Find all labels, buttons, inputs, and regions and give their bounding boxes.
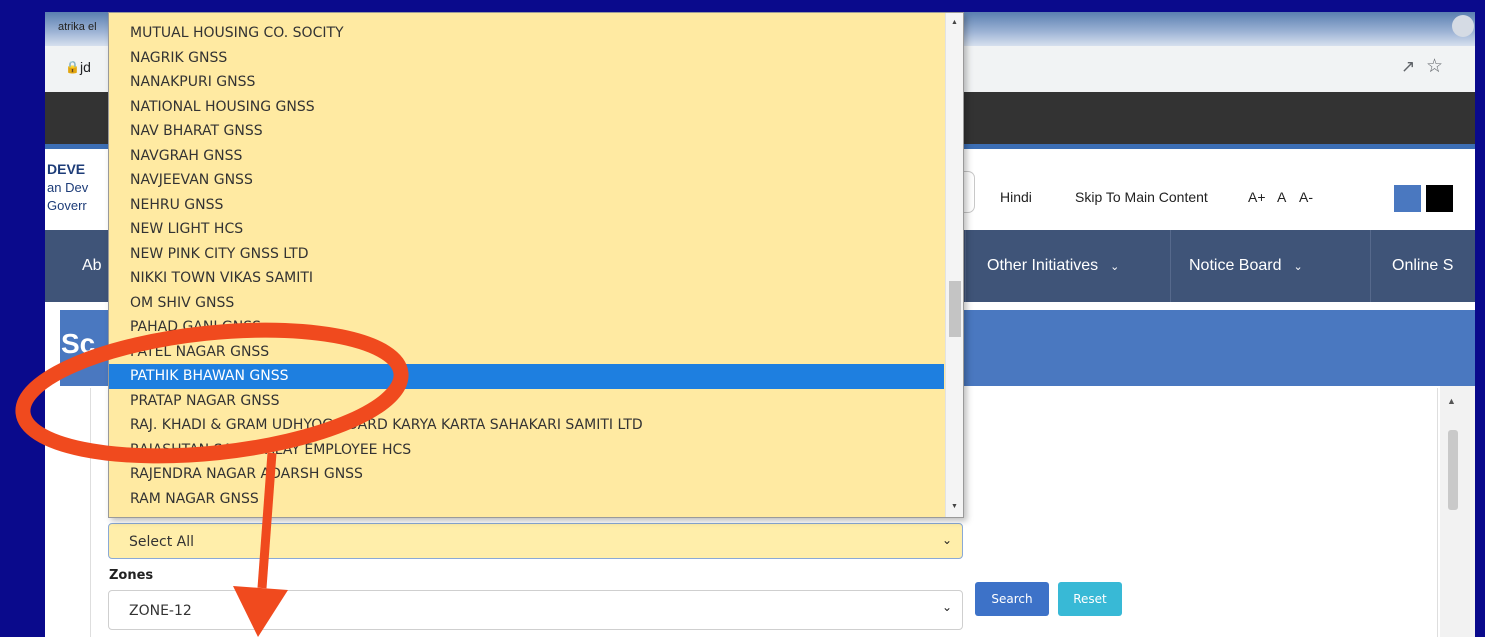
hindi-link[interactable]: Hindi (1000, 189, 1032, 205)
font-normal-link[interactable]: A (1277, 189, 1286, 205)
nav-notice-label: Notice Board (1189, 257, 1282, 274)
brand-government: Goverr (47, 198, 87, 213)
dropdown-option[interactable]: NAVJEEVAN GNSS (109, 168, 944, 193)
dropdown-option[interactable]: NATIONAL HOUSING GNSS (109, 95, 944, 120)
font-increase-link[interactable]: A+ (1248, 189, 1266, 205)
dropdown-option[interactable]: NEW LIGHT HCS (109, 217, 944, 242)
nav-divider (1370, 230, 1371, 302)
dropdown-option[interactable]: PATEL NAGAR GNSS (109, 340, 944, 365)
dropdown-option[interactable]: NIKKI TOWN VIKAS SAMITI (109, 266, 944, 291)
tab-title[interactable]: atrika el (58, 21, 97, 33)
scroll-down-icon[interactable]: ▼ (951, 503, 958, 510)
share-icon[interactable]: ↗ (1401, 57, 1415, 77)
page-scrollbar[interactable]: ▲ (1440, 386, 1475, 637)
dropdown-option[interactable]: OM SHIV GNSS (109, 291, 944, 316)
nav-other-initiatives[interactable]: Other Initiatives ⌄ (987, 230, 1119, 302)
dropdown-scroll-thumb[interactable] (949, 281, 961, 337)
page-title: Sc (61, 328, 96, 359)
chevron-down-icon: ⌄ (1293, 260, 1303, 273)
dropdown-option[interactable]: MUTUAL HOUSING CO. SOCITY (109, 21, 944, 46)
brand-title: DEVE (47, 161, 86, 177)
nav-about[interactable]: Ab (82, 230, 102, 302)
reset-button[interactable]: Reset (1058, 582, 1122, 616)
dropdown-option[interactable]: RAJENDRA NAGAR ADARSH GNSS (109, 462, 944, 487)
chevron-down-icon: ⌄ (941, 600, 952, 614)
society-select-value: Select All (129, 534, 194, 550)
page-scroll-thumb[interactable] (1448, 430, 1458, 510)
dropdown-option[interactable]: PAHAD GANJ GNSS (109, 315, 944, 340)
chevron-down-icon: ⌄ (941, 533, 952, 547)
society-dropdown-list[interactable]: MUTUAL HOUSING CO. SOCITY NAGRIK GNSS NANA… (108, 12, 964, 518)
dropdown-option[interactable]: NEW PINK CITY GNSS LTD (109, 242, 944, 267)
theme-blue-swatch[interactable] (1394, 185, 1421, 212)
nav-other-label: Other Initiatives (987, 257, 1099, 274)
font-decrease-link[interactable]: A- (1299, 189, 1313, 205)
theme-black-swatch[interactable] (1426, 185, 1453, 212)
brand-subtitle: an Dev (47, 180, 89, 195)
dropdown-option[interactable]: NAVGRAH GNSS (109, 144, 944, 169)
nav-divider (1170, 230, 1171, 302)
scroll-up-icon[interactable]: ▲ (951, 19, 958, 26)
chevron-down-icon: ⌄ (1110, 260, 1120, 273)
dropdown-option[interactable]: NEHRU GNSS (109, 193, 944, 218)
url-text[interactable]: jd (80, 59, 91, 75)
nav-online-services[interactable]: Online S (1392, 230, 1453, 302)
society-select[interactable]: Select All ⌄ (108, 523, 963, 559)
search-button[interactable]: Search (975, 582, 1049, 616)
dropdown-option[interactable]: NAGRIK GNSS (109, 46, 944, 71)
nav-online-label: Online S (1392, 257, 1454, 274)
nav-notice-board[interactable]: Notice Board ⌄ (1189, 230, 1303, 302)
zones-label: Zones (109, 568, 154, 583)
dropdown-options: MUTUAL HOUSING CO. SOCITY NAGRIK GNSS NANA… (109, 21, 944, 511)
scroll-up-icon[interactable]: ▲ (1447, 396, 1456, 406)
dropdown-scrollbar[interactable]: ▲ ▼ (945, 13, 963, 517)
dropdown-option[interactable]: RAJ. KHADI & GRAM UDHYOG BOARD KARYA KAR… (109, 413, 944, 438)
nav-divider (965, 230, 966, 302)
browser-window: atrika el 🔒 jd ↗ ☆ DEVE an Dev Goverr Hi… (45, 12, 1475, 637)
dropdown-option[interactable]: NAV BHARAT GNSS (109, 119, 944, 144)
zone-select[interactable]: ZONE-12 ⌄ (108, 590, 963, 630)
dropdown-option[interactable]: NANAKPURI GNSS (109, 70, 944, 95)
dropdown-option[interactable]: RAM NAGAR GNSS (109, 487, 944, 512)
zone-select-value: ZONE-12 (129, 603, 192, 619)
dropdown-option[interactable]: RAJASHTAN SACHIVALAY EMPLOYEE HCS (109, 438, 944, 463)
tab-close-icon[interactable] (1452, 15, 1474, 37)
lock-icon[interactable]: 🔒 (65, 60, 80, 74)
dropdown-option[interactable]: PRATAP NAGAR GNSS (109, 389, 944, 414)
dropdown-option-selected[interactable]: PATHIK BHAWAN GNSS (109, 364, 944, 389)
star-icon[interactable]: ☆ (1426, 55, 1443, 78)
nav-about-label: Ab (82, 257, 102, 274)
skip-to-main-link[interactable]: Skip To Main Content (1075, 189, 1208, 205)
